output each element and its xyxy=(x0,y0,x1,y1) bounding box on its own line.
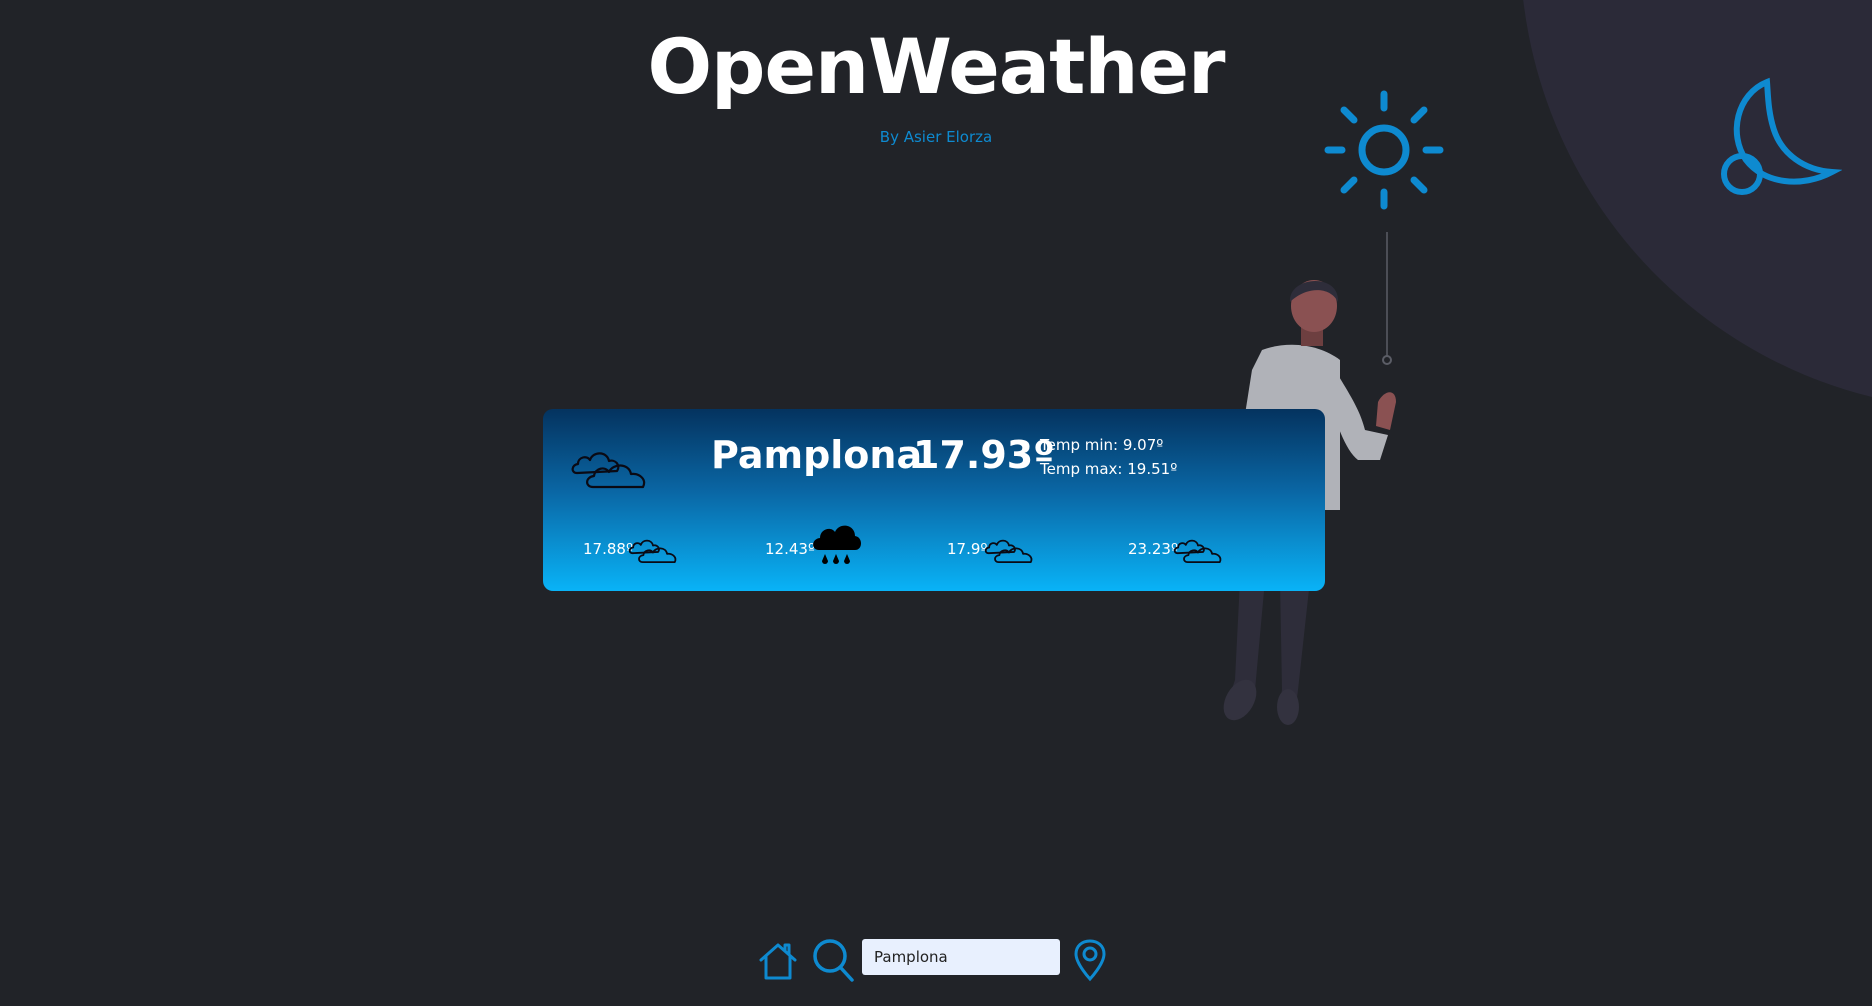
bottom-toolbar xyxy=(757,936,1157,986)
search-input[interactable] xyxy=(862,939,1060,975)
temp-max: Temp max: 19.51º xyxy=(1040,460,1178,478)
current-temperature: 17.93º xyxy=(913,433,1055,477)
forecast-temperature: 17.9º xyxy=(947,540,988,558)
forecast-item: 23.23º xyxy=(1128,524,1278,576)
home-icon[interactable] xyxy=(757,940,799,986)
sun-icon[interactable] xyxy=(1318,84,1450,220)
forecast-temperature: 12.43º xyxy=(765,540,816,558)
forecast-item: 17.88º xyxy=(583,524,733,576)
forecast-item: 17.9º xyxy=(947,524,1097,576)
search-icon[interactable] xyxy=(812,938,856,988)
app-subtitle: By Asier Elorza xyxy=(879,128,993,146)
cloud-icon xyxy=(569,443,649,497)
rain-cloud-icon xyxy=(809,520,863,574)
cloud-icon xyxy=(983,534,1035,570)
cloud-icon xyxy=(627,534,679,570)
cloud-icon xyxy=(1172,534,1224,570)
weather-card: Pamplona 17.93º Temp min: 9.07º Temp max… xyxy=(543,409,1325,591)
forecast-temperature: 23.23º xyxy=(1128,540,1179,558)
forecast-temperature: 17.88º xyxy=(583,540,634,558)
location-pin-icon[interactable] xyxy=(1073,938,1107,986)
app-root: OpenWeather By Asier Elorza Pamplona 17.… xyxy=(0,0,1872,1006)
forecast-item: 12.43º xyxy=(765,524,915,576)
city-name: Pamplona xyxy=(711,433,923,477)
app-title: OpenWeather xyxy=(647,22,1225,111)
moon-icon[interactable] xyxy=(1712,74,1843,208)
temp-min: Temp min: 9.07º xyxy=(1040,436,1164,454)
